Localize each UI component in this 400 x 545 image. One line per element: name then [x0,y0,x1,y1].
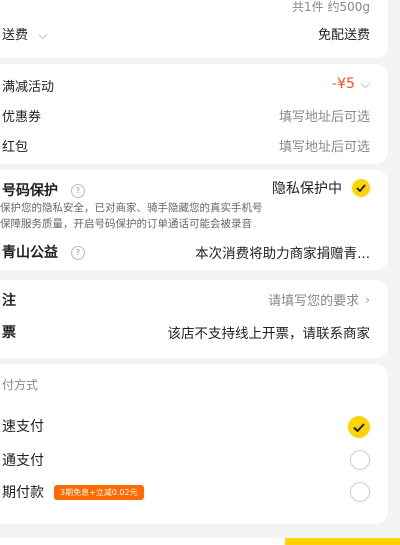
payment-option-label-row: 期付款 3期免息+立减0.02元 [2,482,144,502]
delivery-fee-value: 免配送费 [317,28,370,43]
charity-value[interactable]: 本次消费将助力商家捐赠青... [195,242,370,262]
privacy-label-text: 号码保护 [2,183,58,199]
bottom-accent [285,538,400,545]
delivery-card: 共1件 约500g 送费 ⌵ 免配送费 [0,0,388,58]
installment-badge: 3期免息+立减0.02元 [54,484,144,500]
note-input[interactable]: 请填写您的要求 › [268,290,370,310]
invoice-label: 票 [2,325,16,341]
manjian-amount: -¥5 [332,76,355,92]
payment-option-radio-3[interactable] [350,482,370,502]
discounts-card: 满减活动 -¥5 ⌵ 优惠券 填写地址后可选 红包 填写地址后可选 [0,64,388,164]
question-icon[interactable]: ? [70,246,85,260]
invoice-value: 该店不支持线上开票，请联系商家 [167,326,371,342]
radio-empty-icon [350,482,370,502]
note-placeholder: 请填写您的要求 [268,294,360,309]
chevron-right-icon: › [365,292,370,307]
remarks-card: 注 请填写您的要求 › 票 该店不支持线上开票，请联系商家 [0,280,388,358]
privacy-description: 保护您的隐私安全，已对商家、骑手隐藏您的真实手机号 保障服务质量，开启号码保护的… [0,200,380,232]
item-count-weight: 共1件 约500g [292,0,370,14]
check-icon [352,179,370,197]
manjian-label: 满减活动 [2,80,55,95]
payment-option-radio-2[interactable] [350,450,370,470]
privacy-status: 隐私保护中 [272,181,342,197]
coupon-label: 优惠券 [2,110,42,125]
privacy-card: 号码保护 ? 隐私保护中 保护您的隐私安全，已对商家、骑手隐藏您的真实手机号 保… [0,170,388,270]
radio-empty-icon [350,450,370,470]
privacy-label: 号码保护 ? [2,180,85,200]
chevron-down-icon[interactable]: ⌵ [38,28,47,43]
payment-option-label: 通支付 [2,453,44,469]
charity-label: 青山公益 ? [2,242,85,262]
delivery-fee-label-text: 送费 [2,28,29,43]
chevron-down-icon: ⌵ [360,76,370,91]
charity-label-text: 青山公益 [2,245,58,261]
check-icon [348,416,370,438]
payment-option-label: 速支付 [2,419,44,435]
note-label: 注 [2,293,16,309]
coupon-value[interactable]: 填写地址后可选 [279,106,370,125]
privacy-desc-line1: 保护您的隐私安全，已对商家、骑手隐藏您的真实手机号 [0,202,263,214]
privacy-desc-line2: 保障服务质量，开启号码保护的订单通话可能会被录音 [0,218,252,230]
payment-option-label: 期付款 [2,485,44,501]
payment-option-radio-1[interactable] [348,416,370,438]
privacy-toggle[interactable]: 隐私保护中 [272,178,370,198]
payment-title: 付方式 [2,378,39,392]
delivery-fee-label: 送费 ⌵ [2,24,47,43]
redpacket-value[interactable]: 填写地址后可选 [279,136,370,155]
redpacket-label: 红包 [2,140,29,155]
manjian-row-value[interactable]: -¥5 ⌵ [332,76,370,92]
payment-card: 付方式 速支付 通支付 期付款 3期免息+立减0.02元 [0,364,388,524]
question-icon[interactable]: ? [70,184,85,198]
